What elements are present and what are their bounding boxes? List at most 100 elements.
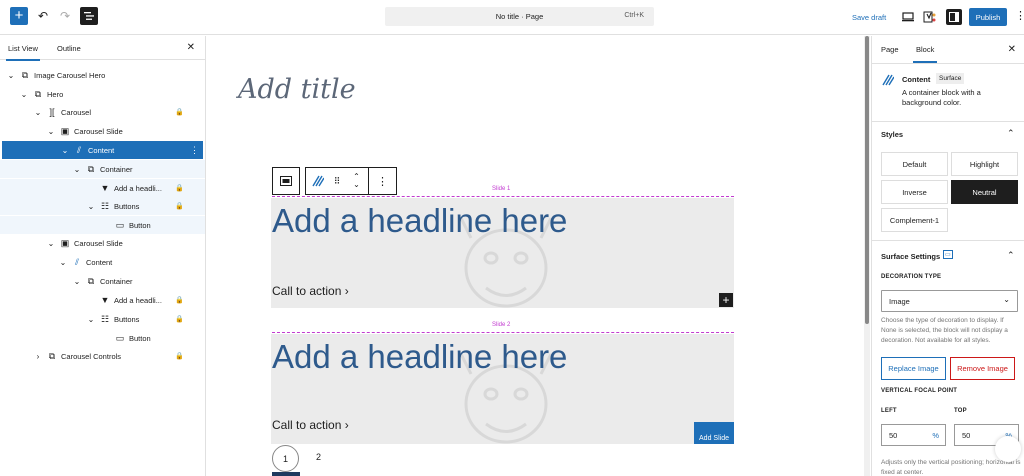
focal-left-value: 50 bbox=[889, 431, 898, 440]
tree-item-label: Content bbox=[88, 145, 115, 155]
block-toolbar: ⠿ ⌃ ⌄ ⋮ bbox=[272, 167, 397, 195]
tree-item-container[interactable]: ⌄ ⧉ Container bbox=[0, 160, 205, 178]
decoration-type-label: DECORATION TYPE bbox=[881, 274, 942, 280]
slide-2-headline[interactable]: Add a headline here bbox=[272, 338, 567, 376]
slide-1-headline[interactable]: Add a headline here bbox=[272, 202, 567, 240]
style-complement-1-button[interactable]: Complement-1 bbox=[881, 208, 948, 232]
tree-item-image-carousel-hero[interactable]: ⌄ ⧉ Image Carousel Hero bbox=[0, 66, 205, 84]
content-icon: ⫽ bbox=[76, 144, 81, 155]
settings-toggle-button[interactable] bbox=[946, 9, 962, 25]
surface-settings-title[interactable]: Surface Settings bbox=[881, 252, 940, 261]
tree-item-content-2[interactable]: ⌄ ⫽ Content bbox=[0, 253, 205, 271]
add-block-button[interactable]: + bbox=[10, 7, 28, 25]
focal-left-input[interactable]: 50 % bbox=[881, 424, 946, 446]
chevron-down-icon[interactable]: ⌄ bbox=[86, 202, 96, 211]
chevron-down-icon[interactable]: ⌄ bbox=[19, 90, 29, 99]
redo-button[interactable]: ↷ bbox=[58, 8, 72, 24]
parent-block-button[interactable] bbox=[272, 167, 300, 195]
document-overview-button[interactable] bbox=[80, 7, 98, 25]
chevron-down-icon[interactable]: ⌄ bbox=[72, 165, 82, 174]
style-inverse-button[interactable]: Inverse bbox=[881, 180, 948, 204]
decoration-type-select[interactable]: Image ⌄ bbox=[881, 290, 1018, 312]
chevron-down-icon[interactable]: ⌄ bbox=[6, 71, 16, 80]
style-default-button[interactable]: Default bbox=[881, 152, 948, 176]
chevron-down-icon[interactable]: ⌄ bbox=[60, 146, 70, 155]
close-icon[interactable]: ✕ bbox=[1008, 44, 1016, 55]
undo-button[interactable]: ↶ bbox=[36, 8, 50, 24]
styles-title[interactable]: Styles bbox=[881, 130, 903, 139]
tree-item-label: Carousel bbox=[61, 107, 92, 117]
yoast-seo-button[interactable] bbox=[922, 9, 938, 25]
block-options-button[interactable]: ⋮ bbox=[369, 167, 397, 195]
options-menu-icon[interactable]: ⋮ bbox=[1015, 9, 1024, 22]
block-options-icon[interactable]: ⋮ bbox=[190, 145, 199, 156]
chevron-down-icon[interactable]: ⌄ bbox=[46, 239, 56, 248]
scrollbar-thumb[interactable] bbox=[865, 36, 869, 324]
focal-help-text: Adjusts only the vertical positioning; h… bbox=[881, 459, 1021, 476]
button-icon: ▭ bbox=[115, 332, 125, 343]
top-label: TOP bbox=[954, 408, 967, 414]
chevron-down-icon[interactable]: ⌄ bbox=[86, 315, 96, 324]
tab-page[interactable]: Page bbox=[881, 45, 899, 54]
pager-dot-1[interactable]: 1 bbox=[272, 445, 299, 472]
tree-item-headline[interactable]: ▼ Add a headli... 🔒 bbox=[0, 179, 205, 197]
preview-button[interactable] bbox=[900, 9, 916, 25]
plus-icon: + bbox=[14, 7, 24, 24]
tree-item-label: Add a headli... bbox=[114, 295, 162, 305]
canvas-scrollbar[interactable] bbox=[864, 36, 870, 476]
command-palette-bar[interactable]: No title · Page Ctrl+K bbox=[385, 7, 654, 26]
style-highlight-button[interactable]: Highlight bbox=[951, 152, 1018, 176]
slide-2-cta[interactable]: Call to action › bbox=[272, 418, 349, 432]
tree-item-container-2[interactable]: ⌄ ⧉ Container bbox=[0, 272, 205, 290]
decoration-type-value: Image bbox=[889, 297, 910, 306]
tree-item-carousel-controls[interactable]: › ⧉ Carousel Controls 🔒 bbox=[0, 347, 205, 365]
chevron-up-icon[interactable]: ⌃ bbox=[1007, 128, 1015, 139]
block-type-button[interactable] bbox=[305, 167, 329, 195]
tree-item-button-2[interactable]: ▭ Button bbox=[0, 329, 205, 347]
sidebar-tabs: Page Block ✕ bbox=[872, 36, 1024, 64]
settings-sidebar: Page Block ✕ Content Surface A container… bbox=[871, 36, 1024, 476]
tab-outline[interactable]: Outline bbox=[57, 44, 81, 53]
inserter-plus-button[interactable]: + bbox=[719, 293, 733, 307]
tree-item-carousel-slide-2[interactable]: ⌄ ▣ Carousel Slide bbox=[0, 234, 205, 252]
slide-1-cta[interactable]: Call to action › bbox=[272, 284, 349, 298]
tree-item-carousel-slide[interactable]: ⌄ ▣ Carousel Slide bbox=[0, 122, 205, 140]
remove-image-button[interactable]: Remove Image bbox=[950, 357, 1015, 380]
tree-item-content-selected[interactable]: ⌄ ⫽ Content ⋮ bbox=[2, 141, 203, 159]
drag-handle[interactable]: ⠿ bbox=[329, 167, 345, 195]
save-draft-button[interactable]: Save draft bbox=[852, 13, 886, 22]
move-up-down-button[interactable]: ⌃ ⌄ bbox=[345, 167, 369, 195]
block-card-title: Content bbox=[902, 75, 931, 84]
chevron-down-icon[interactable]: ⌄ bbox=[46, 127, 56, 136]
lock-icon: 🔒 bbox=[175, 109, 184, 116]
group-icon: ⧉ bbox=[87, 275, 95, 286]
chevron-right-icon[interactable]: › bbox=[33, 352, 43, 361]
block-card-badge: Surface bbox=[936, 73, 965, 84]
chevron-down-icon[interactable]: ⌄ bbox=[58, 258, 68, 267]
tab-list-view[interactable]: List View bbox=[6, 44, 40, 61]
tab-block[interactable]: Block bbox=[912, 45, 938, 63]
style-neutral-button[interactable]: Neutral bbox=[951, 180, 1018, 204]
carousel-slide-2[interactable]: Add a headline here Call to action › bbox=[271, 334, 734, 444]
publish-button[interactable]: Publish bbox=[969, 8, 1007, 26]
tree-item-buttons[interactable]: ⌄ ☷ Buttons 🔒 bbox=[0, 197, 205, 215]
redo-icon: ↷ bbox=[59, 9, 71, 23]
tree-item-hero[interactable]: ⌄ ⧉ Hero bbox=[0, 85, 205, 103]
help-bubble[interactable] bbox=[995, 436, 1021, 462]
focal-top-value: 50 bbox=[962, 431, 971, 440]
chevron-up-icon[interactable]: ⌃ bbox=[1007, 250, 1015, 261]
close-icon[interactable]: ✕ bbox=[187, 42, 195, 53]
carousel-slide-1[interactable]: Add a headline here Call to action › bbox=[271, 198, 734, 308]
unit-label: % bbox=[932, 431, 939, 440]
tree-item-headline-2[interactable]: ▼ Add a headli... 🔒 bbox=[0, 291, 205, 309]
page-title-input[interactable]: Add title bbox=[238, 74, 356, 105]
replace-image-button[interactable]: Replace Image bbox=[881, 357, 946, 380]
chevron-down-icon[interactable]: ⌄ bbox=[33, 108, 43, 117]
add-slide-button[interactable]: Add Slide bbox=[694, 422, 734, 444]
tree-item-carousel[interactable]: ⌄][Carousel 🔒 bbox=[0, 103, 205, 121]
tree-item-label: Image Carousel Hero bbox=[34, 70, 106, 80]
tree-item-buttons-2[interactable]: ⌄ ☷ Buttons 🔒 bbox=[0, 310, 205, 328]
tree-item-button[interactable]: ▭ Button bbox=[0, 216, 205, 234]
chevron-down-icon[interactable]: ⌄ bbox=[72, 277, 82, 286]
pager-dot-2[interactable]: 2 bbox=[316, 452, 321, 462]
